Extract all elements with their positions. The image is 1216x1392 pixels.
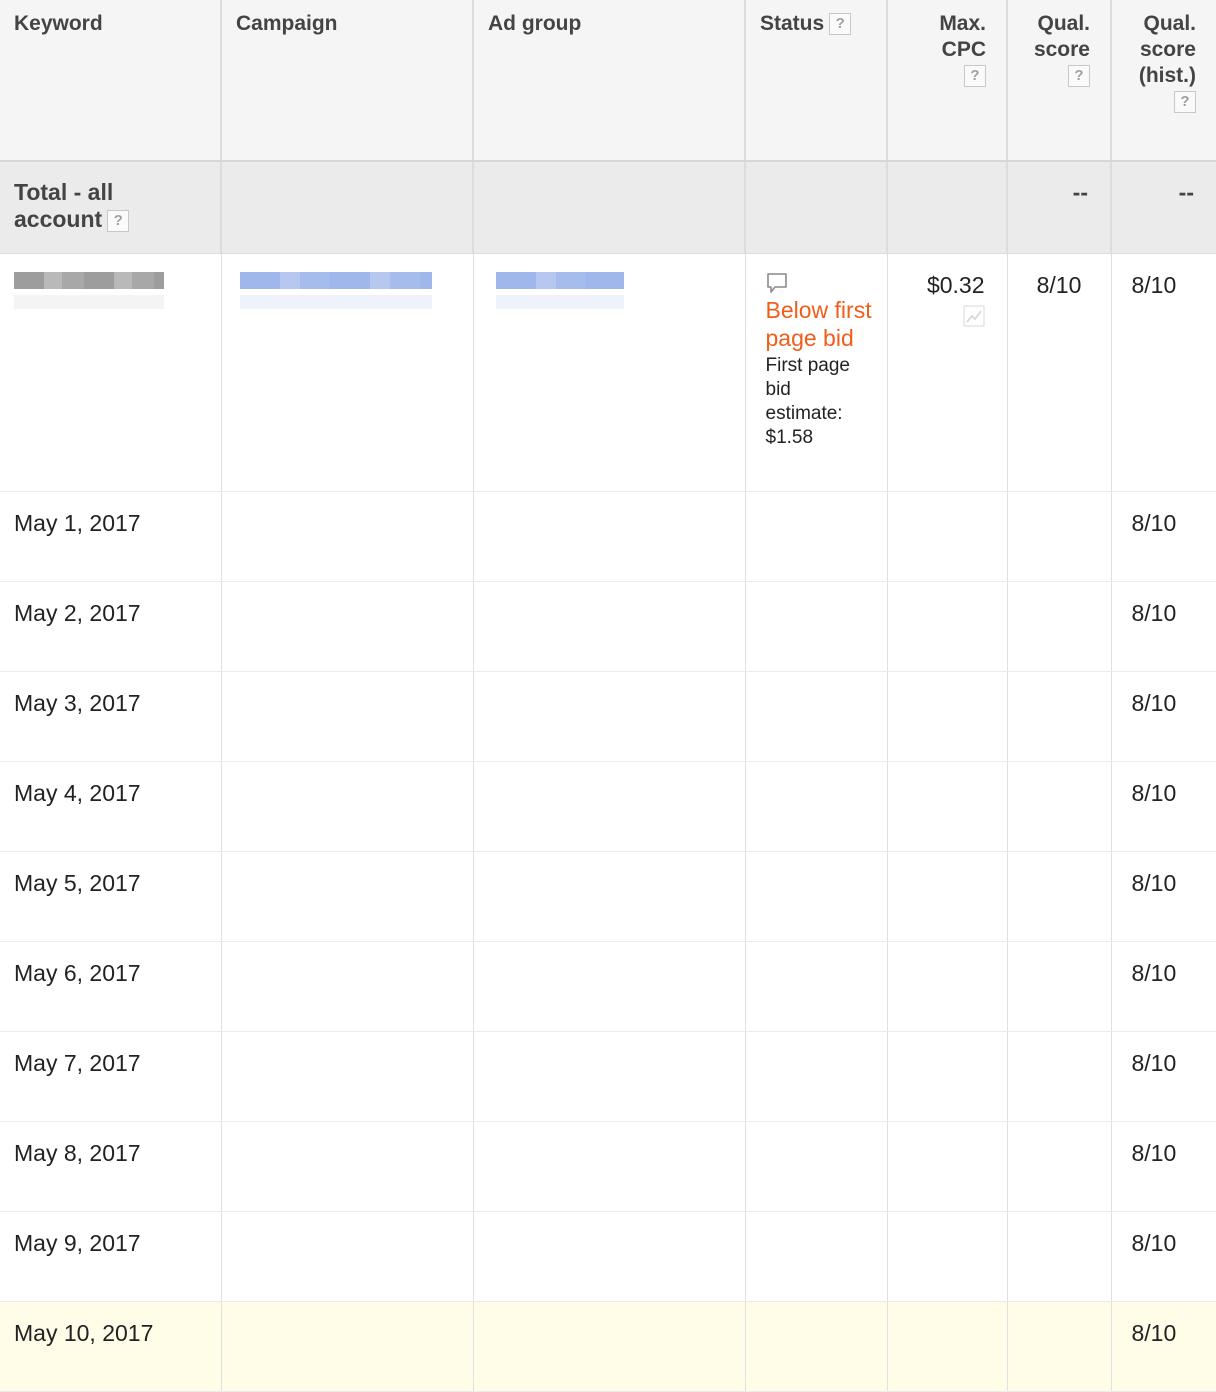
daily-row: May 7, 2017 8/10 <box>0 1031 1216 1122</box>
daily-qual-score-hist: 8/10 <box>1110 671 1216 762</box>
daily-qual-score-hist: 8/10 <box>1110 761 1216 852</box>
col-header-qual-score-hist-line1: Qual. <box>1143 12 1196 35</box>
help-icon[interactable]: ? <box>1174 91 1196 113</box>
daily-date: May 10, 2017 <box>0 1301 221 1392</box>
comment-bubble-icon[interactable] <box>766 272 788 294</box>
total-campaign-cell <box>220 161 473 254</box>
col-header-qual-score[interactable]: Qual. score ? <box>1006 0 1111 162</box>
keyword-qual-score: 8/10 <box>1006 253 1111 492</box>
daily-qual-score-hist: 8/10 <box>1110 851 1216 942</box>
help-icon[interactable]: ? <box>107 209 130 232</box>
daily-qual-score-hist: 8/10 <box>1110 1211 1216 1302</box>
max-cpc-value[interactable]: $0.32 <box>927 272 985 298</box>
col-header-keyword[interactable]: Keyword <box>0 0 221 162</box>
redacted-keyword <box>14 271 164 289</box>
total-qual-score-hist: -- <box>1110 161 1216 254</box>
daily-date: May 4, 2017 <box>0 761 221 852</box>
daily-row: May 2, 2017 8/10 <box>0 581 1216 672</box>
daily-date: May 2, 2017 <box>0 581 221 672</box>
col-header-keyword-label: Keyword <box>14 12 103 35</box>
daily-qual-score-hist: 8/10 <box>1110 941 1216 1032</box>
total-label: Total - all account? <box>0 161 221 254</box>
daily-row: May 9, 2017 8/10 <box>0 1211 1216 1302</box>
help-icon[interactable]: ? <box>1068 65 1090 87</box>
header-row: Keyword Campaign Ad group Status? Max. C… <box>0 0 1216 162</box>
daily-date: May 3, 2017 <box>0 671 221 762</box>
daily-qual-score-hist: 8/10 <box>1110 1301 1216 1392</box>
daily-date: May 9, 2017 <box>0 1211 221 1302</box>
col-header-qual-score-line1: Qual. <box>1037 12 1090 35</box>
daily-row: May 1, 2017 8/10 <box>0 491 1216 582</box>
help-icon[interactable]: ? <box>829 13 852 36</box>
col-header-max-cpc-line1: Max. <box>939 12 986 35</box>
status-cell: Below first page bid First page bid esti… <box>744 253 887 492</box>
campaign-cell[interactable] <box>220 253 473 492</box>
col-header-status[interactable]: Status? <box>744 0 887 162</box>
keyword-row: Below first page bid First page bid esti… <box>0 253 1216 492</box>
max-cpc-cell[interactable]: $0.32 <box>886 253 1007 492</box>
col-header-qual-score-line2: score <box>1033 38 1090 61</box>
total-ad-group-cell <box>472 161 745 254</box>
col-header-qual-score-hist-line2: score <box>1139 38 1196 61</box>
total-row: Total - all account? -- -- <box>0 161 1216 254</box>
col-header-max-cpc-line2: CPC <box>941 38 986 61</box>
daily-qual-score-hist: 8/10 <box>1110 1121 1216 1212</box>
keyword-qual-score-hist: 8/10 <box>1110 253 1216 492</box>
col-header-qual-score-hist-line3: (hist.) <box>1138 64 1196 87</box>
total-label-line1: Total - all <box>14 179 114 205</box>
daily-date: May 5, 2017 <box>0 851 221 942</box>
redacted-ad-group-sub <box>495 294 624 309</box>
redacted-campaign-link[interactable] <box>239 271 432 289</box>
keyword-report-table: Keyword Campaign Ad group Status? Max. C… <box>0 0 1216 1392</box>
daily-row: May 3, 2017 8/10 <box>0 671 1216 762</box>
help-icon[interactable]: ? <box>964 65 986 87</box>
daily-row: May 5, 2017 8/10 <box>0 851 1216 942</box>
col-header-campaign-label: Campaign <box>236 12 338 35</box>
ad-group-cell[interactable] <box>472 253 745 492</box>
total-status-cell <box>744 161 887 254</box>
redacted-keyword-sub <box>14 294 164 309</box>
daily-row-highlighted: May 10, 2017 8/10 <box>0 1301 1216 1392</box>
status-detail: First page bid estimate: $1.58 <box>765 354 850 448</box>
daily-qual-score-hist: 8/10 <box>1110 581 1216 672</box>
keyword-cell[interactable] <box>0 253 221 492</box>
daily-row: May 4, 2017 8/10 <box>0 761 1216 852</box>
col-header-ad-group-label: Ad group <box>488 12 582 35</box>
redacted-campaign-sub <box>239 294 432 309</box>
trend-chart-icon[interactable] <box>963 305 985 327</box>
daily-date: May 7, 2017 <box>0 1031 221 1122</box>
col-header-status-label: Status <box>760 12 825 35</box>
daily-date: May 8, 2017 <box>0 1121 221 1212</box>
daily-row: May 6, 2017 8/10 <box>0 941 1216 1032</box>
daily-date: May 6, 2017 <box>0 941 221 1032</box>
redacted-ad-group-link[interactable] <box>495 271 624 289</box>
total-label-line2: account <box>14 206 103 232</box>
total-qual-score: -- <box>1006 161 1111 254</box>
col-header-qual-score-hist[interactable]: Qual. score (hist.) ? <box>1110 0 1216 162</box>
status-warning: Below first page bid <box>765 296 872 351</box>
daily-date: May 1, 2017 <box>0 491 221 582</box>
col-header-max-cpc[interactable]: Max. CPC ? <box>886 0 1007 162</box>
daily-qual-score-hist: 8/10 <box>1110 1031 1216 1122</box>
daily-row: May 8, 2017 8/10 <box>0 1121 1216 1212</box>
total-max-cpc-cell <box>886 161 1007 254</box>
daily-qual-score-hist: 8/10 <box>1110 491 1216 582</box>
col-header-campaign[interactable]: Campaign <box>220 0 473 162</box>
col-header-ad-group[interactable]: Ad group <box>472 0 745 162</box>
